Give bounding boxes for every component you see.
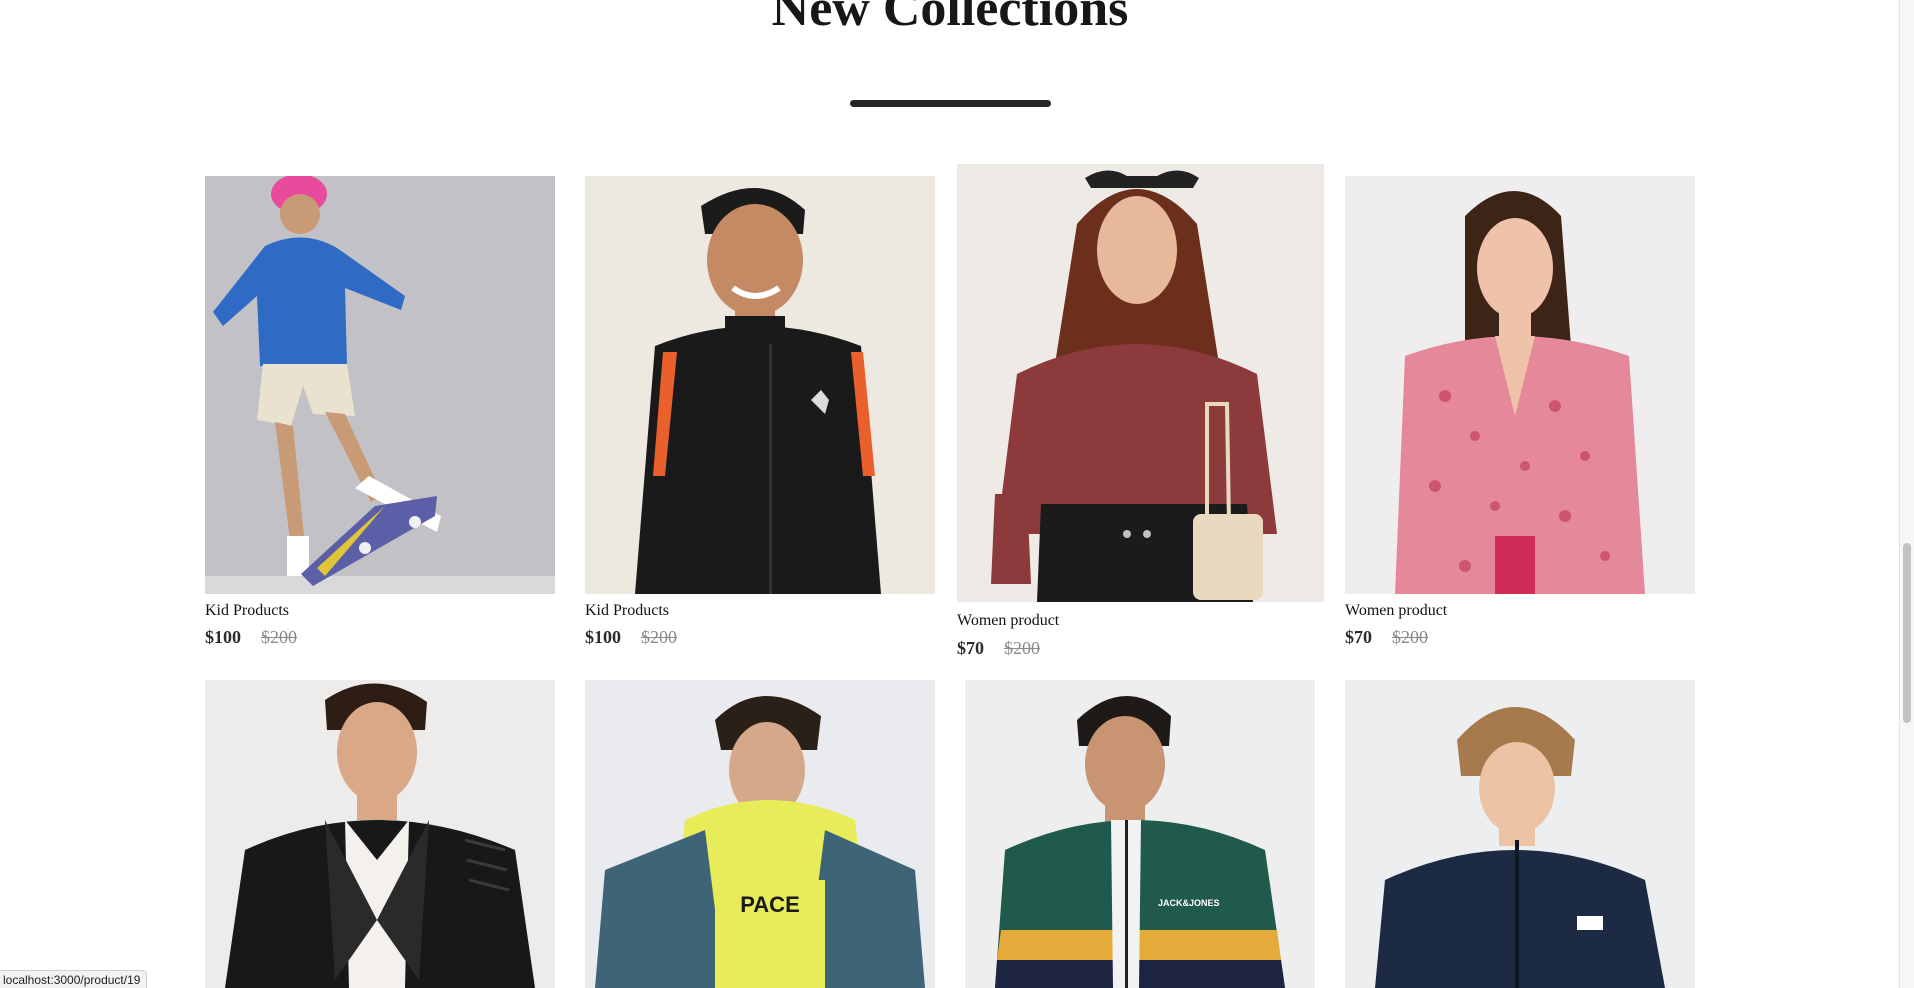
- product-image[interactable]: [585, 176, 935, 594]
- product-name[interactable]: Women product: [1345, 602, 1447, 620]
- product-image[interactable]: JACK&JONES: [965, 680, 1315, 988]
- title-underline: [850, 100, 1051, 107]
- price-new: $100: [585, 627, 621, 647]
- product-name[interactable]: Women product: [957, 612, 1059, 630]
- product-image[interactable]: PACE: [585, 680, 935, 988]
- product-name[interactable]: Kid Products: [205, 602, 289, 620]
- product-prices: $100 $200: [585, 627, 677, 648]
- price-old: $200: [261, 627, 297, 647]
- svg-text:JACK&JONES: JACK&JONES: [1158, 898, 1220, 908]
- product-prices: $100 $200: [205, 627, 297, 648]
- product-image[interactable]: [957, 164, 1324, 602]
- product-prices: $70 $200: [957, 638, 1040, 659]
- product-card[interactable]: [1345, 680, 1695, 988]
- product-card[interactable]: Kid Products $100 $200: [205, 176, 555, 656]
- product-card[interactable]: Women product $70 $200: [1345, 176, 1695, 656]
- svg-text:PACE: PACE: [740, 892, 800, 917]
- product-card[interactable]: JACK&JONES: [965, 680, 1315, 988]
- scrollbar-thumb[interactable]: [1903, 543, 1911, 723]
- product-card[interactable]: Kid Products $100 $200: [585, 176, 935, 656]
- price-old: $200: [1392, 627, 1428, 647]
- page: New Collections Kid Products $100 $200 K…: [0, 0, 1914, 988]
- product-image[interactable]: [1345, 680, 1695, 988]
- section-title: New Collections: [771, 0, 1129, 37]
- price-new: $100: [205, 627, 241, 647]
- price-old: $200: [1004, 638, 1040, 658]
- price-old: $200: [641, 627, 677, 647]
- product-prices: $70 $200: [1345, 627, 1428, 648]
- price-new: $70: [957, 638, 984, 658]
- vertical-scrollbar[interactable]: [1899, 0, 1914, 988]
- status-bar-url: localhost:3000/product/19: [0, 970, 148, 988]
- product-name[interactable]: Kid Products: [585, 602, 669, 620]
- product-card[interactable]: Women product $70 $200: [957, 164, 1324, 664]
- product-card[interactable]: [205, 680, 555, 988]
- price-new: $70: [1345, 627, 1372, 647]
- product-image[interactable]: [205, 176, 555, 594]
- product-card[interactable]: PACE: [585, 680, 935, 988]
- product-image[interactable]: [1345, 176, 1695, 594]
- product-image[interactable]: [205, 680, 555, 988]
